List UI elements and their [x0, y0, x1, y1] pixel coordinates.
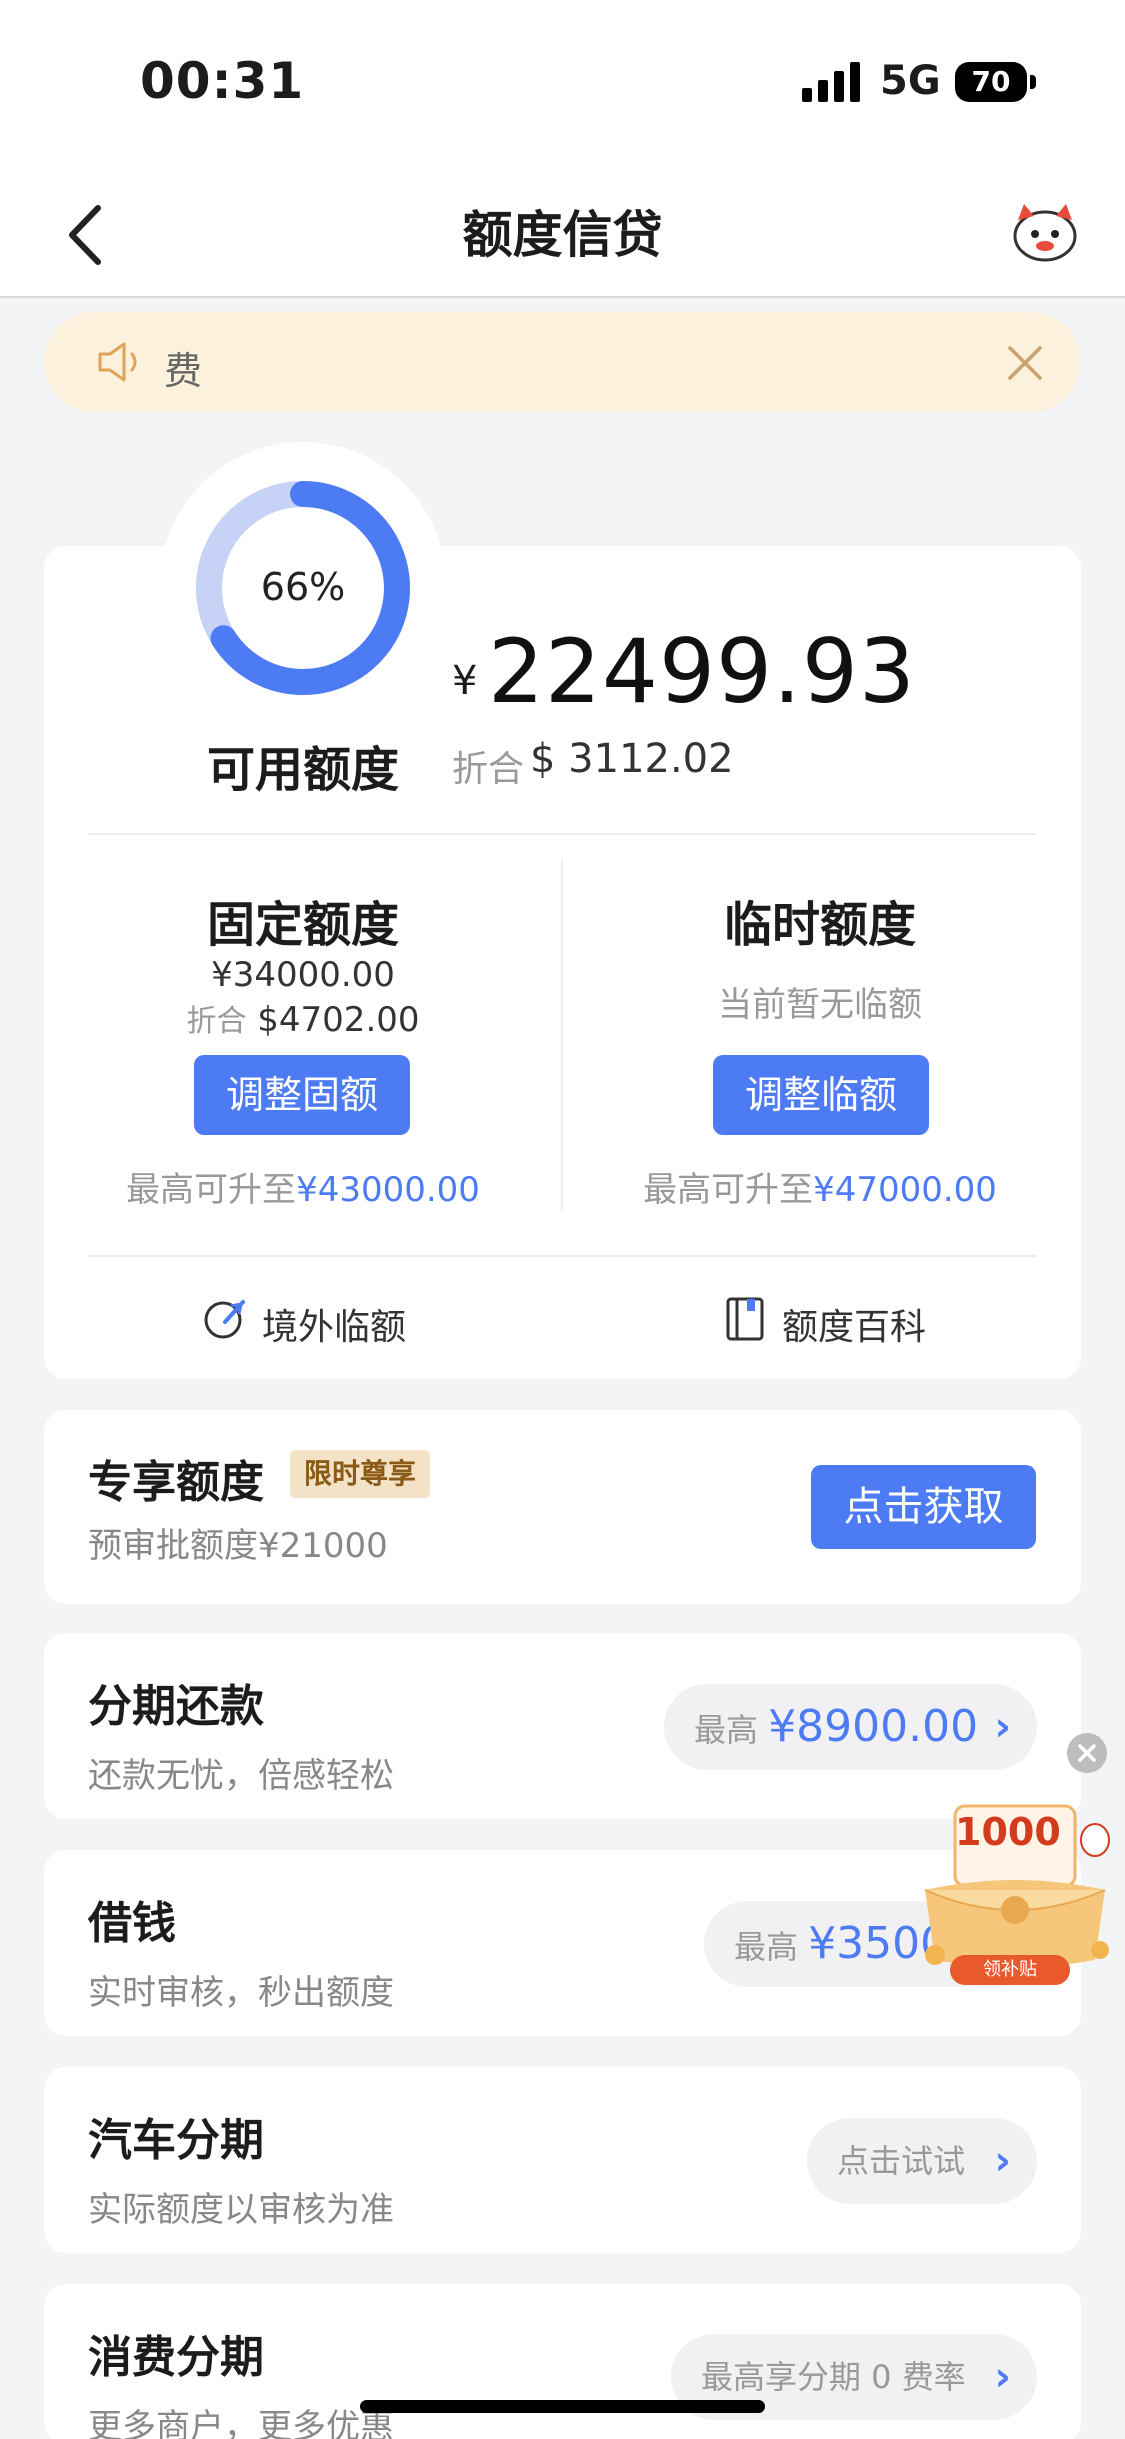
pill-label: 点击试试 [837, 2142, 966, 2180]
fixed-limit-title: 固定额度 [206, 897, 399, 953]
row-subtitle: 实时审核，秒出额度 [88, 1973, 394, 2013]
speaker-icon [98, 342, 137, 382]
fixed-max-line: 最高可升至¥43000.00 [63, 1162, 543, 1211]
globe-plane-icon[interactable] [203, 1296, 247, 1340]
pill-label: 最高 [694, 1711, 759, 1749]
usage-percent: 66% [260, 565, 346, 609]
credit-wiki-link[interactable]: 额度百科 [782, 1298, 926, 1350]
column-divider [561, 860, 563, 1210]
temporary-max-label: 最高可升至 [643, 1170, 814, 1210]
row-title: 分期还款 [88, 1681, 264, 1732]
mascot-icon[interactable] [1010, 200, 1080, 262]
chevron-right-icon: › [994, 1704, 1011, 1750]
fixed-max-value: ¥43000.00 [296, 1170, 480, 1210]
battery-tip [1030, 75, 1036, 89]
promo-close-icon[interactable] [1067, 1733, 1107, 1773]
exclusive-subtitle: 预审批额度¥21000 [88, 1526, 388, 1566]
network-label: 5G [880, 58, 941, 104]
conversion-value: $ 3112.02 [530, 736, 734, 782]
row-subtitle: 更多商户，更多优惠 [88, 2407, 394, 2439]
notice-text: 费 [164, 349, 203, 393]
row-title: 消费分期 [88, 2332, 264, 2383]
pill-value: ¥8900.00 [768, 1701, 979, 1752]
divider [88, 1255, 1036, 1257]
row-subtitle: 还款无忧，倍感轻松 [88, 1756, 394, 1796]
close-icon[interactable] [1006, 344, 1044, 382]
exclusive-badge: 限时尊享 [290, 1450, 431, 1498]
row-title: 汽车分期 [88, 2115, 264, 2166]
pill-label: 最高 [734, 1928, 799, 1966]
row-title: 借钱 [88, 1898, 176, 1949]
row-pill[interactable]: 点击试试 › [807, 2118, 1037, 2204]
divider [88, 833, 1036, 835]
fixed-conv-label: 折合 [186, 1004, 247, 1039]
adjust-fixed-button[interactable]: 调整固额 [194, 1055, 410, 1135]
signal-icon [802, 62, 860, 102]
available-amount: 22499.93 [488, 620, 916, 723]
adjust-temporary-button[interactable]: 调整临额 [713, 1055, 929, 1135]
get-exclusive-button[interactable]: 点击获取 [811, 1465, 1036, 1549]
pill-label: 最高享分期 0 费率 [701, 2358, 966, 2396]
page-title: 额度信贷 [462, 206, 663, 264]
row-pill[interactable]: 最高 ¥8900.00 › [664, 1684, 1037, 1770]
home-indicator [360, 2400, 765, 2413]
book-icon[interactable] [725, 1296, 765, 1342]
promo-amount: 1000 [955, 1810, 1061, 1854]
battery-indicator: 70 [955, 62, 1027, 102]
fixed-conv-value: $4702.00 [257, 1000, 420, 1040]
promo-tag[interactable]: 领补贴 [950, 1955, 1070, 1985]
fixed-limit-conversion: 折合 $4702.00 [88, 996, 518, 1040]
temporary-max-line: 最高可升至¥47000.00 [580, 1162, 1060, 1211]
fixed-max-label: 最高可升至 [126, 1170, 297, 1210]
status-time: 00:31 [140, 52, 305, 110]
currency-symbol: ¥ [452, 658, 478, 704]
temporary-max-value: ¥47000.00 [813, 1170, 997, 1210]
chevron-right-icon: › [994, 2354, 1011, 2400]
temporary-limit-status: 当前暂无临额 [718, 985, 922, 1025]
row-subtitle: 实际额度以审核为准 [88, 2190, 394, 2230]
available-label: 可用额度 [206, 742, 399, 798]
overseas-limit-link[interactable]: 境外临额 [262, 1298, 406, 1350]
conversion-label: 折合 [452, 749, 525, 790]
exclusive-title: 专享额度 [88, 1457, 264, 1508]
temporary-limit-title: 临时额度 [723, 897, 916, 953]
fixed-limit-amount: ¥34000.00 [211, 955, 395, 995]
chevron-right-icon: › [994, 2138, 1011, 2184]
